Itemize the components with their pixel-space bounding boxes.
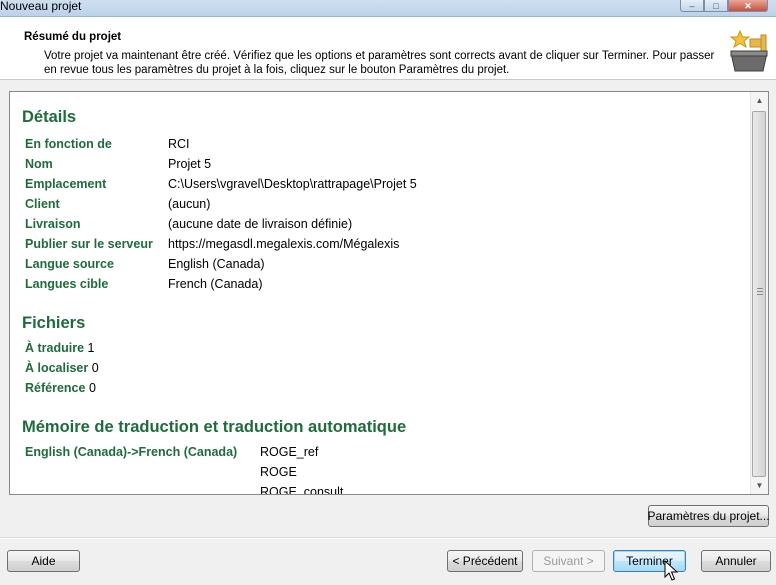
minimize-button[interactable]: – bbox=[680, 0, 704, 12]
detail-value: https://megasdl.megalexis.com/Mégalexis bbox=[168, 237, 400, 251]
tm-item: ROGE_ref bbox=[260, 445, 319, 459]
wizard-header: Résumé du projet Votre projet va mainten… bbox=[0, 17, 776, 80]
previous-button[interactable]: < Précédent bbox=[447, 550, 523, 572]
detail-label: Nom bbox=[25, 157, 53, 171]
summary-content: Détails En fonction de RCI Nom Projet 5 … bbox=[10, 92, 752, 495]
detail-label: Client bbox=[25, 197, 60, 211]
detail-label: Publier sur le serveur bbox=[25, 237, 153, 251]
cancel-button[interactable]: Annuler bbox=[701, 550, 771, 572]
detail-label: Livraison bbox=[25, 217, 81, 231]
section-title-files: Fichiers bbox=[22, 314, 86, 332]
summary-panel[interactable]: Détails En fonction de RCI Nom Projet 5 … bbox=[9, 91, 769, 495]
detail-label: En fonction de bbox=[25, 137, 112, 151]
detail-value: French (Canada) bbox=[168, 277, 263, 291]
close-button[interactable]: ✕ bbox=[728, 0, 768, 12]
file-count-label: Référence bbox=[25, 381, 86, 395]
detail-label: Langue source bbox=[25, 257, 114, 271]
title-bar: Nouveau projet – □ ✕ bbox=[0, 0, 776, 17]
page-description: Votre projet va maintenant être créé. Vé… bbox=[44, 50, 715, 76]
page-title: Résumé du projet bbox=[24, 31, 122, 43]
detail-value: (aucune date de livraison définie) bbox=[168, 217, 353, 231]
scroll-up-arrow-icon[interactable]: ▲ bbox=[751, 92, 768, 109]
detail-value: English (Canada) bbox=[168, 257, 265, 271]
grip-icon bbox=[757, 288, 763, 296]
next-button[interactable]: Suivant > bbox=[532, 550, 605, 572]
detail-label: Langues cible bbox=[25, 277, 109, 291]
file-count-row: À traduire 1 bbox=[25, 338, 94, 358]
tm-item: ROGE_consult bbox=[260, 485, 344, 495]
scroll-thumb[interactable] bbox=[752, 111, 766, 477]
file-count-row: À localiser 0 bbox=[25, 358, 99, 378]
detail-value: (aucun) bbox=[168, 197, 211, 211]
scroll-down-arrow-icon[interactable]: ▼ bbox=[751, 477, 768, 494]
tm-item: ROGE bbox=[260, 465, 297, 479]
detail-value: RCI bbox=[168, 137, 190, 151]
maximize-button[interactable]: □ bbox=[704, 0, 728, 12]
window-title: Nouveau projet bbox=[0, 0, 82, 13]
section-title-details: Détails bbox=[22, 108, 77, 126]
window-controls: – □ ✕ bbox=[680, 0, 768, 12]
tm-language-pair: English (Canada)->French (Canada) bbox=[25, 445, 238, 459]
file-count-value: 1 bbox=[87, 341, 95, 355]
detail-value: Projet 5 bbox=[168, 157, 212, 171]
file-count-value: 0 bbox=[88, 381, 96, 395]
footer-separator bbox=[0, 537, 776, 539]
detail-value: C:\Users\vgravel\Desktop\rattrapage\Proj… bbox=[168, 177, 417, 191]
project-settings-button[interactable]: Paramètres du projet... bbox=[647, 505, 770, 527]
detail-label: Emplacement bbox=[25, 177, 107, 191]
file-count-value: 0 bbox=[91, 361, 99, 375]
wizard-finish-icon bbox=[729, 29, 768, 72]
file-count-label: À localiser bbox=[25, 361, 89, 375]
vertical-scrollbar[interactable]: ▲ ▼ bbox=[750, 92, 768, 494]
mouse-pointer-icon bbox=[664, 560, 678, 581]
help-button[interactable]: Aide bbox=[7, 550, 80, 572]
file-count-label: À traduire bbox=[25, 341, 85, 355]
file-count-row: Référence 0 bbox=[25, 378, 96, 398]
section-title-tm: Mémoire de traduction et traduction auto… bbox=[22, 418, 407, 436]
